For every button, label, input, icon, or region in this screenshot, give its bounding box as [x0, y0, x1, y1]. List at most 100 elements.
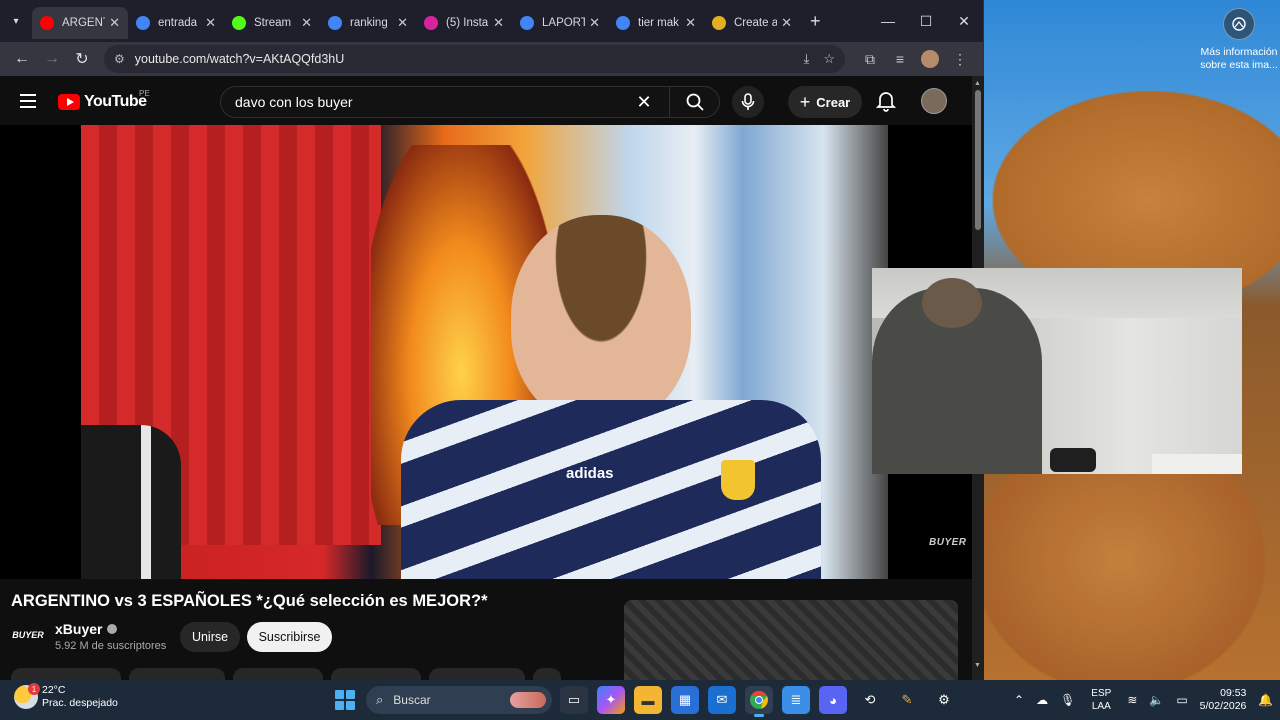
clock[interactable]: 09:53 5/02/2026 — [1200, 687, 1247, 713]
outlook-icon[interactable]: ✉ — [708, 686, 736, 714]
channel-watermark[interactable]: BUYER — [929, 537, 967, 548]
file-explorer-icon[interactable]: ▬ — [634, 686, 662, 714]
close-tab-icon[interactable]: ✕ — [397, 15, 408, 31]
reload-icon[interactable]: ↻ — [68, 45, 96, 73]
side-panel-card[interactable] — [624, 600, 958, 680]
forward-icon[interactable]: → — [38, 45, 66, 73]
new-tab-button[interactable]: + — [810, 11, 821, 32]
address-bar[interactable]: ⚙ youtube.com/watch?v=AKtAQQfd3hU ⤓ ☆ — [104, 45, 845, 73]
save-button[interactable] — [233, 668, 323, 680]
video-title: ARGENTINO vs 3 ESPAÑOLES *¿Qué selección… — [11, 592, 488, 610]
like-dislike-button[interactable] — [11, 668, 121, 680]
tab-title: ARGENT — [62, 17, 105, 29]
more-actions-button[interactable] — [533, 668, 561, 680]
search-box: davo con los buyer ✕ — [220, 86, 720, 118]
browser-tab[interactable]: LAPORT ✕ — [512, 7, 608, 39]
scrollbar-thumb[interactable] — [975, 90, 981, 230]
browser-tab[interactable]: Create a ✕ — [704, 7, 800, 39]
url-text: youtube.com/watch?v=AKtAQQfd3hU — [134, 52, 345, 66]
pen-tool-icon[interactable]: ✎ — [893, 686, 921, 714]
youtube-page: YouTube PE davo con los buyer ✕ + Crear — [0, 76, 972, 680]
profile-avatar[interactable] — [915, 45, 945, 73]
join-button[interactable]: Unirse — [180, 622, 240, 652]
scroll-up-icon[interactable]: ▲ — [974, 80, 981, 87]
search-button[interactable] — [669, 87, 719, 117]
notifications-bell-icon[interactable] — [875, 90, 897, 112]
google-icon — [520, 16, 534, 30]
close-tab-icon[interactable]: ✕ — [109, 15, 120, 31]
back-icon[interactable]: ← — [8, 45, 36, 73]
maximize-icon[interactable]: ☐ — [907, 0, 945, 42]
channel-name[interactable]: xBuyer — [55, 621, 102, 637]
close-window-icon[interactable]: ✕ — [945, 0, 983, 42]
youtube-play-icon — [58, 94, 80, 110]
wifi-icon[interactable]: ≋ — [1127, 693, 1137, 707]
store-icon[interactable]: ▦ — [671, 686, 699, 714]
bookmark-star-icon[interactable]: ☆ — [823, 51, 835, 67]
instagram-icon — [424, 16, 438, 30]
youtube-logo[interactable]: YouTube PE — [58, 89, 150, 111]
tab-search-menu-icon[interactable]: ▾ — [6, 11, 26, 31]
google-icon — [136, 16, 150, 30]
site-settings-icon[interactable]: ⚙ — [114, 52, 125, 66]
browser-tab[interactable]: entrada ✕ — [128, 7, 224, 39]
close-tab-icon[interactable]: ✕ — [685, 15, 696, 31]
chrome-icon[interactable] — [745, 686, 773, 717]
copilot-icon[interactable]: ✦ — [597, 686, 625, 714]
wallpaper-info[interactable]: Más información sobre esta ima... — [1198, 8, 1280, 72]
volume-icon[interactable]: 🔈 — [1149, 693, 1164, 707]
window-controls: — ☐ ✕ — [869, 0, 983, 42]
show-hidden-icons-icon[interactable]: ⌃ — [1014, 693, 1024, 707]
browser-tab[interactable]: tier mak ✕ — [608, 7, 704, 39]
account-avatar[interactable] — [921, 88, 947, 114]
settings-gear-icon[interactable]: ⚙ — [930, 686, 958, 714]
discord-icon[interactable]: ◕ — [819, 686, 847, 714]
browser-tab[interactable]: (5) Insta ✕ — [416, 7, 512, 39]
minimize-icon[interactable]: — — [869, 0, 907, 42]
tab-title: LAPORT — [542, 17, 586, 29]
taskbar-search[interactable]: ⌕ Buscar — [366, 686, 552, 714]
start-button[interactable] — [335, 690, 355, 710]
browser-menu-icon[interactable]: ⋮ — [945, 45, 975, 73]
notifications-icon[interactable]: 🔔 — [1258, 693, 1273, 707]
weather-temperature: 22°C — [42, 684, 66, 696]
microphone-tray-icon[interactable]: 🎙 — [1060, 693, 1075, 707]
onedrive-icon[interactable]: ☁ — [1036, 693, 1048, 707]
task-view-icon[interactable]: ▭ — [560, 686, 588, 714]
scroll-down-icon[interactable]: ▼ — [974, 662, 981, 669]
weather-sun-icon: 1 — [14, 683, 40, 709]
download-button[interactable] — [429, 668, 525, 680]
menu-icon[interactable] — [20, 94, 36, 108]
notepad-icon[interactable]: ≣ — [782, 686, 810, 714]
close-tab-icon[interactable]: ✕ — [205, 15, 216, 31]
battery-icon[interactable]: ▭ — [1176, 693, 1187, 707]
browser-tab[interactable]: Stream ✕ — [224, 7, 320, 39]
tab-title: tier mak — [638, 17, 679, 29]
channel-avatar[interactable]: BUYER — [11, 624, 45, 646]
extensions-icon[interactable]: ⧉ — [855, 45, 885, 73]
subscribe-button[interactable]: Suscribirse — [247, 622, 332, 652]
tab-strip: ▾ ARGENT✕entrada✕Stream✕ranking✕(5) Inst… — [0, 0, 983, 42]
install-app-icon[interactable]: ⤓ — [804, 51, 810, 67]
youtube-logo-text: YouTube — [84, 93, 147, 110]
browser-tab[interactable]: ranking ✕ — [320, 7, 416, 39]
voice-search-button[interactable] — [732, 86, 764, 118]
search-input[interactable]: davo con los buyer — [221, 94, 629, 110]
tab-title: ranking — [350, 17, 388, 29]
media-controls-icon[interactable]: ≡ — [885, 45, 915, 73]
clear-search-icon[interactable]: ✕ — [629, 92, 659, 113]
close-tab-icon[interactable]: ✕ — [301, 15, 312, 31]
close-tab-icon[interactable]: ✕ — [493, 15, 504, 31]
create-button[interactable]: + Crear — [788, 86, 862, 118]
clip-button[interactable] — [331, 668, 421, 680]
share-button[interactable] — [129, 668, 225, 680]
capcut-icon[interactable]: ⟲ — [856, 686, 884, 714]
close-tab-icon[interactable]: ✕ — [589, 15, 600, 31]
language-indicator[interactable]: ESP LAA — [1091, 687, 1111, 713]
close-tab-icon[interactable]: ✕ — [781, 15, 792, 31]
video-player[interactable]: adidas BUYER — [0, 125, 972, 579]
browser-tab[interactable]: ARGENT ✕ — [32, 7, 128, 39]
youtube-header: YouTube PE davo con los buyer ✕ + Crear — [0, 76, 972, 126]
channel-name-row[interactable]: xBuyer — [55, 621, 118, 637]
weather-widget[interactable]: 1 22°C Prac. despejado — [14, 683, 118, 710]
